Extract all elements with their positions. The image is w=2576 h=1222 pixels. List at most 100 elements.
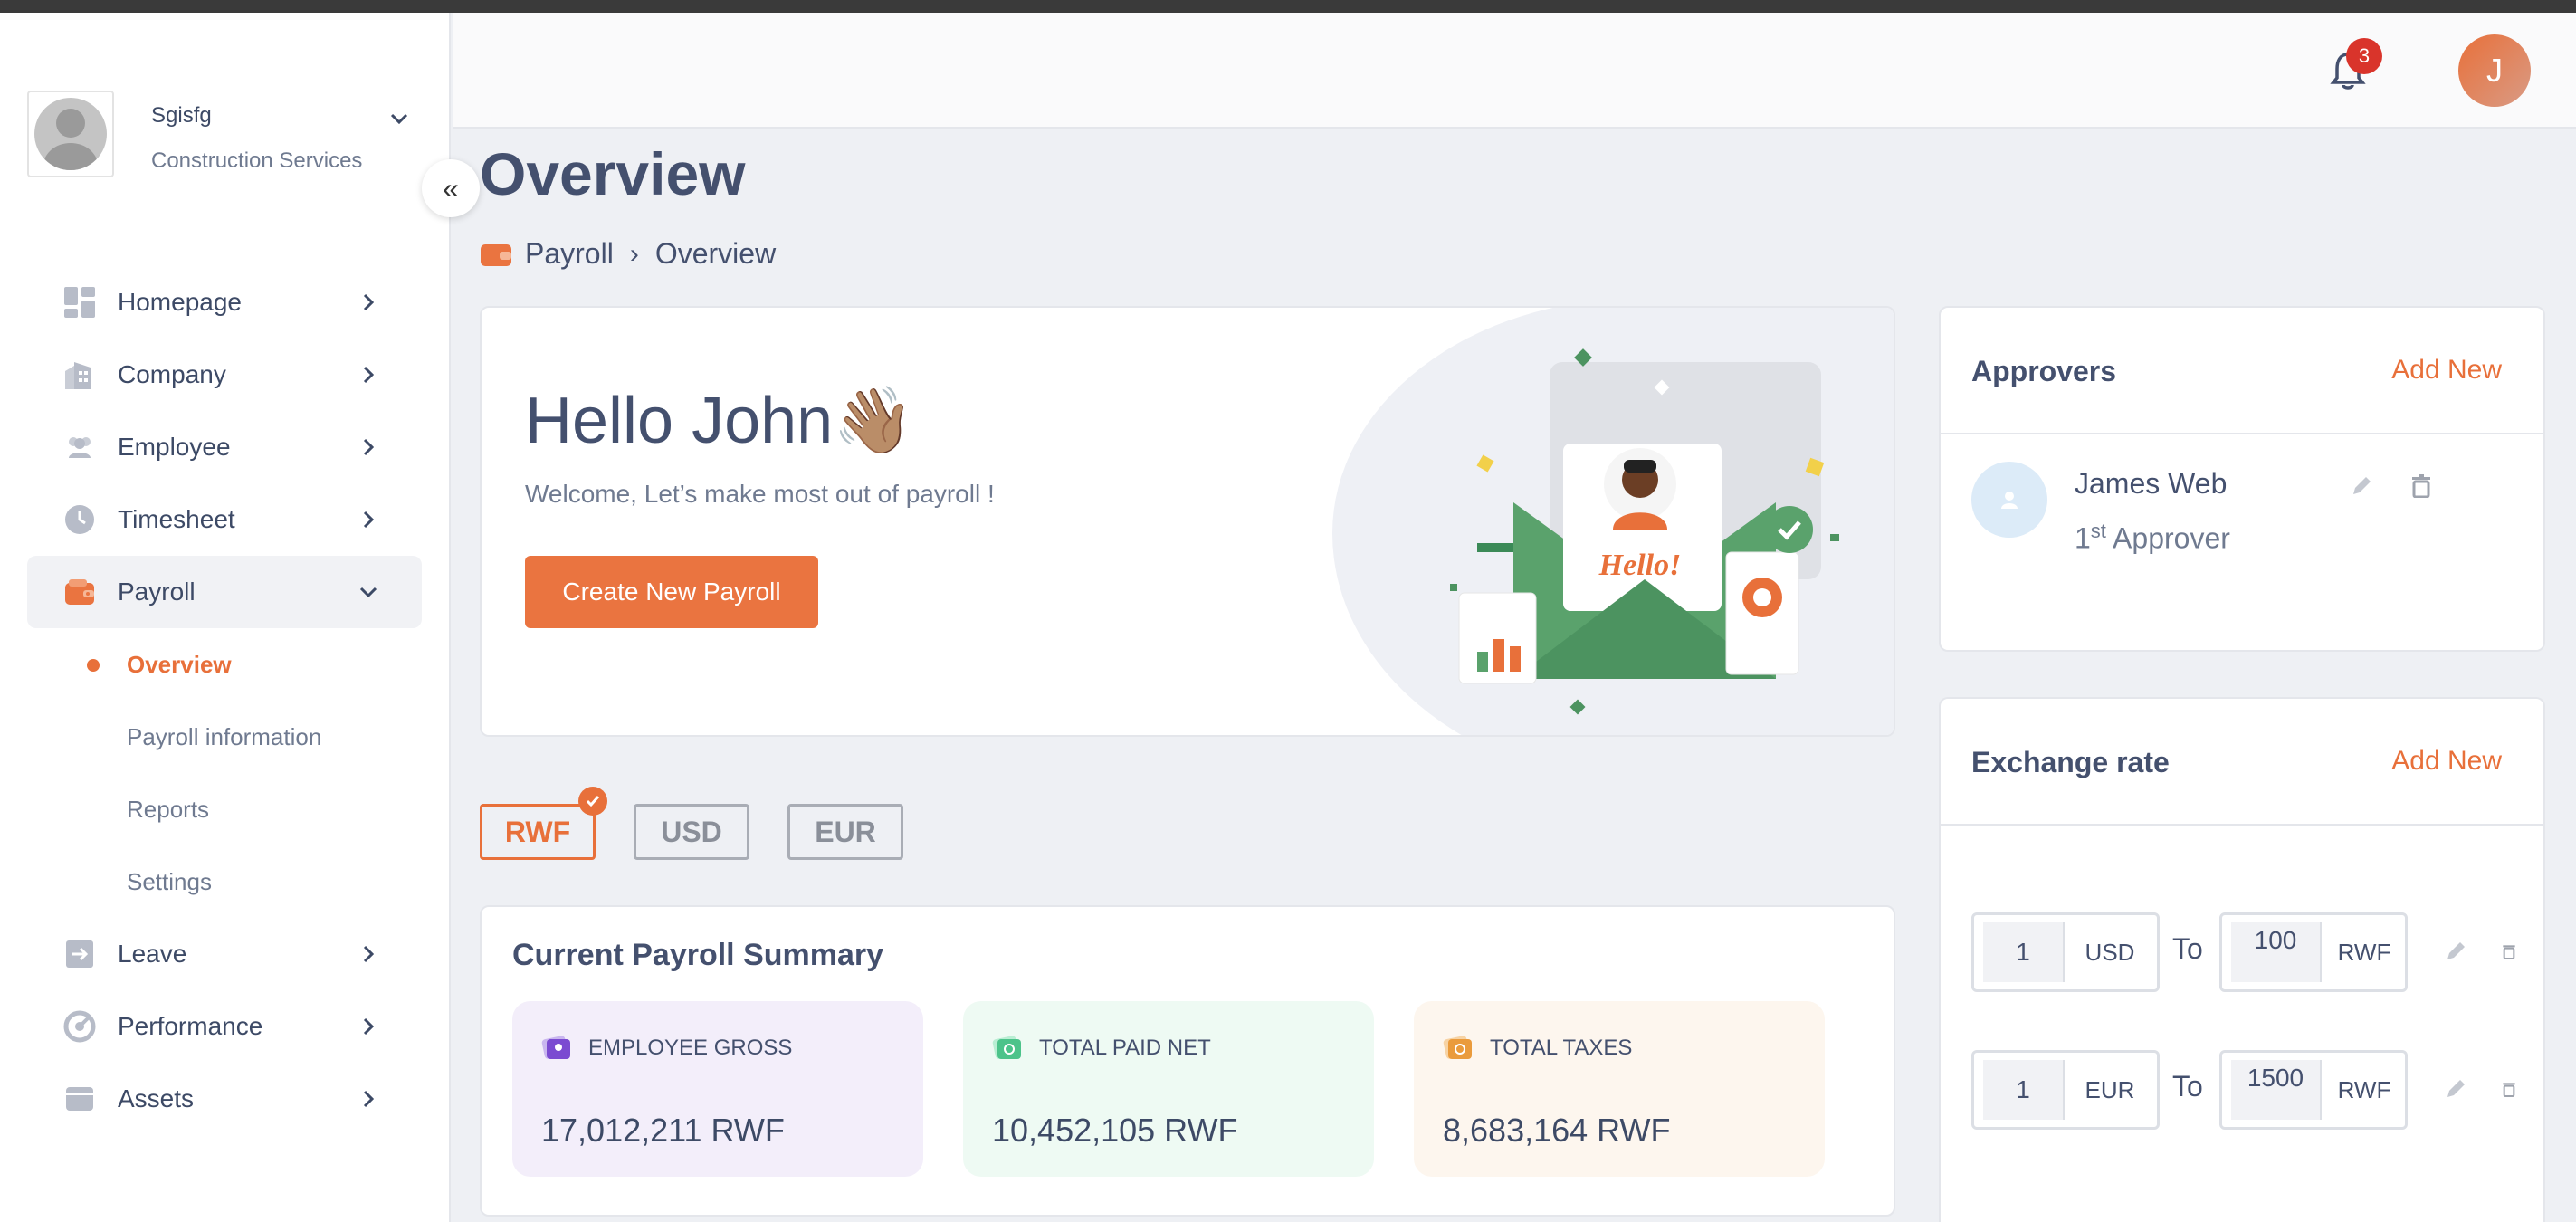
gauge-icon [63, 1010, 96, 1043]
breadcrumb-payroll[interactable]: Payroll [525, 237, 614, 271]
create-new-payroll-button[interactable]: Create New Payroll [525, 556, 818, 628]
dashboard-icon [63, 286, 96, 319]
stat-total-taxes: TOTAL TAXES 8,683,164 RWF [1414, 1001, 1825, 1177]
breadcrumb: Payroll › Overview [480, 237, 776, 271]
from-currency: EUR [2085, 1075, 2135, 1103]
from-currency: USD [2085, 938, 2135, 966]
sidebar-item-payroll[interactable]: Payroll [27, 556, 422, 628]
chevron-right-icon [355, 940, 382, 968]
user-icon [2001, 492, 2018, 509]
building-icon [63, 358, 96, 391]
welcome-subtitle: Welcome, Let’s make most out of payroll … [525, 480, 995, 508]
summary-title: Current Payroll Summary [512, 938, 884, 972]
sidebar-item-performance[interactable]: Performance [27, 990, 422, 1063]
double-chevron-left-icon: « [443, 171, 459, 205]
stat-value: 8,683,164 RWF [1443, 1112, 1671, 1149]
chevron-down-icon[interactable] [386, 105, 413, 132]
org-name: Sgisfg [151, 103, 212, 128]
sidebar-subitem-reports[interactable]: Reports [27, 773, 422, 845]
assets-icon [63, 1083, 96, 1115]
page-title: Overview [480, 140, 746, 207]
stat-label: TOTAL PAID NET [1039, 1036, 1211, 1060]
sidebar-item-label: Company [118, 360, 226, 388]
sidebar-subitem-overview[interactable]: Overview [27, 628, 422, 701]
to-amount-field[interactable]: 100 RWF [2219, 912, 2408, 992]
stat-employee-gross: EMPLOYEE GROSS 17,012,211 RWF [512, 1001, 923, 1177]
sidebar-item-label: Payroll [118, 578, 196, 606]
top-header [453, 13, 2576, 129]
edit-icon[interactable] [2348, 473, 2375, 500]
from-amount-field[interactable]: 1 EUR [1971, 1050, 2160, 1130]
from-amount[interactable]: 1 [1983, 1060, 2065, 1120]
currency-tab-label: EUR [815, 815, 876, 848]
approver-role: 1st Approver [2075, 520, 2230, 555]
sidebar: Sgisfg Construction Services Homepage Co… [0, 13, 451, 1222]
exchange-rate-row: 1 EUR To 1500 RWF [1971, 1050, 2551, 1130]
exchange-rate-row: 1 USD To 100 RWF [1971, 912, 2551, 992]
stat-label: EMPLOYEE GROSS [588, 1036, 793, 1060]
sidebar-item-label: Leave [118, 940, 187, 968]
from-amount[interactable]: 1 [1983, 922, 2065, 982]
stat-total-paid-net: TOTAL PAID NET 10,452,105 RWF [963, 1001, 1374, 1177]
collapse-sidebar-button[interactable]: « [422, 159, 480, 217]
to-amount[interactable]: 1500 [2231, 1060, 2322, 1120]
net-pay-icon [992, 1036, 1021, 1059]
breadcrumb-overview: Overview [654, 237, 777, 270]
sidebar-item-timesheet[interactable]: Timesheet [27, 483, 422, 556]
welcome-title: Hello John👋🏽 [525, 385, 914, 457]
chevron-right-icon [355, 1085, 382, 1112]
user-avatar[interactable]: J [2458, 34, 2531, 107]
org-avatar [27, 91, 114, 177]
approver-name: James Web [2075, 467, 2228, 500]
delete-icon[interactable] [2502, 938, 2516, 965]
approvers-title: Approvers [1971, 355, 2117, 387]
org-subtitle: Construction Services [151, 148, 363, 173]
to-amount-field[interactable]: 1500 RWF [2219, 1050, 2408, 1130]
sidebar-item-employee[interactable]: Employee [27, 411, 422, 483]
currency-tab-rwf[interactable]: RWF [480, 787, 607, 860]
sidebar-item-homepage[interactable]: Homepage [27, 266, 422, 339]
wallet-icon [481, 243, 511, 266]
approvers-panel: Approvers Add New James Web 1st Approver [1939, 306, 2545, 652]
org-switcher[interactable]: Sgisfg Construction Services [27, 91, 416, 190]
stat-value: 17,012,211 RWF [541, 1112, 785, 1149]
check-icon [578, 787, 607, 816]
sidebar-item-label: Homepage [118, 288, 242, 316]
notification-badge: 3 [2346, 38, 2382, 74]
payroll-summary-card: Current Payroll Summary EMPLOYEE GROSS 1… [480, 905, 1895, 1217]
exchange-rate-panel: Exchange rate Add New 1 USD To 100 RWF 1… [1939, 697, 2545, 1222]
exchange-rate-header: Exchange rate Add New [1941, 699, 2543, 826]
sidebar-item-label: Employee [118, 433, 231, 461]
edit-icon[interactable] [2442, 938, 2469, 965]
sidebar-subitem-settings[interactable]: Settings [27, 845, 422, 918]
chevron-right-icon [355, 434, 382, 461]
approver-avatar [1971, 462, 2047, 538]
sidebar-item-company[interactable]: Company [27, 339, 422, 411]
to-label: To [2172, 932, 2203, 965]
gross-pay-icon [541, 1036, 570, 1059]
chevron-right-icon [355, 1013, 382, 1040]
currency-tab-label: RWF [504, 815, 571, 848]
sidebar-subitem-payroll-information[interactable]: Payroll information [27, 701, 422, 773]
to-currency: RWF [2337, 938, 2391, 966]
chevron-right-icon [355, 361, 382, 388]
sidebar-item-leave[interactable]: Leave [27, 918, 422, 990]
from-amount-field[interactable]: 1 USD [1971, 912, 2160, 992]
currency-tab-usd[interactable]: USD [634, 804, 749, 860]
users-icon [63, 431, 96, 463]
leave-icon [63, 938, 96, 970]
delete-icon[interactable] [2408, 473, 2435, 500]
chevron-down-icon [355, 578, 382, 606]
approvers-header: Approvers Add New [1941, 308, 2543, 434]
edit-icon[interactable] [2442, 1075, 2469, 1103]
add-exchange-rate-link[interactable]: Add New [2391, 746, 2502, 777]
chevron-right-icon: › [629, 238, 639, 269]
sidebar-item-assets[interactable]: Assets [27, 1063, 422, 1135]
currency-tab-eur[interactable]: EUR [787, 804, 903, 860]
currency-tab-label: USD [661, 815, 722, 848]
delete-icon[interactable] [2502, 1075, 2516, 1103]
to-label: To [2172, 1070, 2203, 1103]
add-approver-link[interactable]: Add New [2391, 355, 2502, 386]
stat-value: 10,452,105 RWF [992, 1112, 1238, 1149]
to-amount[interactable]: 100 [2231, 922, 2322, 982]
